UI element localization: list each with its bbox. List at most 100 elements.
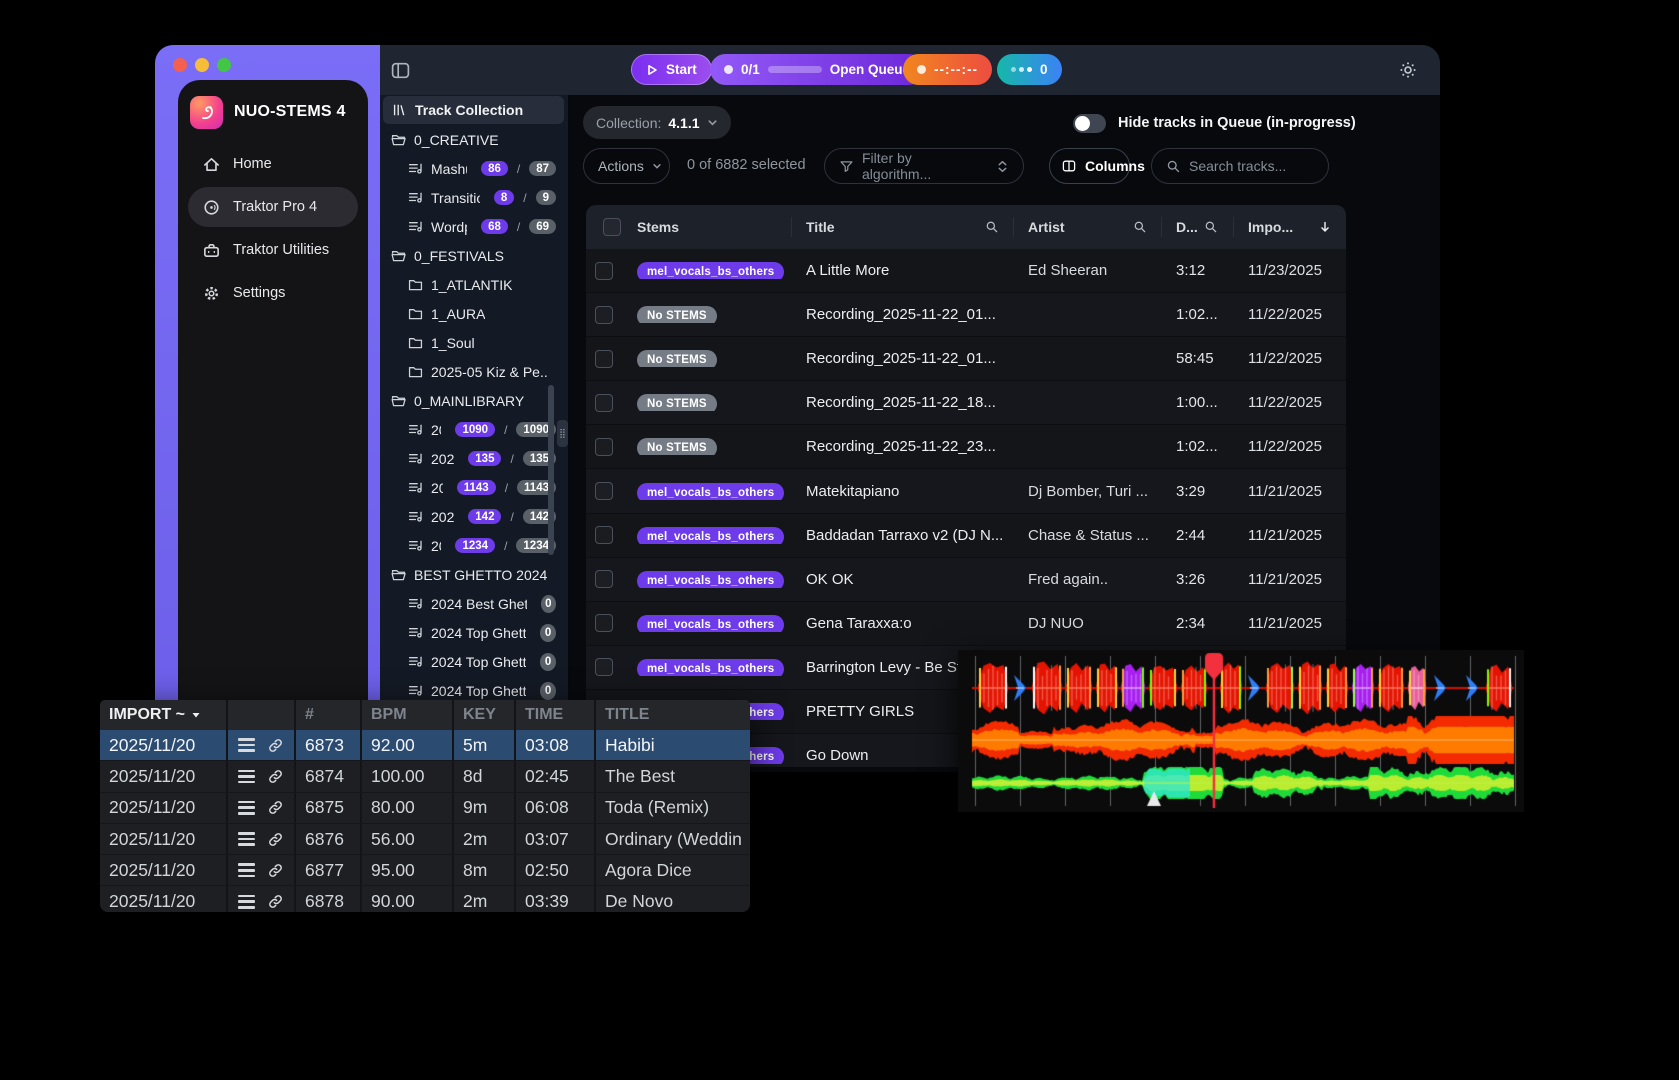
row-checkbox[interactable] bbox=[595, 482, 613, 500]
column-header-artist[interactable]: Artist bbox=[1013, 205, 1161, 249]
tree-row[interactable]: 2024 Best Ghett... 0 bbox=[380, 589, 568, 618]
import-header-title[interactable]: TITLE bbox=[596, 700, 750, 730]
sidebar-nav-item[interactable]: Traktor Pro 4 bbox=[188, 187, 358, 227]
search-column-icon[interactable] bbox=[1204, 220, 1218, 234]
brightness-icon[interactable] bbox=[1396, 58, 1420, 82]
import-row[interactable]: 2025/11/20 6875 80.00 9m 06:08 Toda (Rem… bbox=[100, 793, 750, 824]
track-row[interactable]: mel_vocals_bs_others A Little More Ed Sh… bbox=[586, 249, 1346, 293]
import-sort-header[interactable]: IMPORT ~ bbox=[100, 700, 228, 730]
search-column-icon[interactable] bbox=[1133, 220, 1147, 234]
row-checkbox[interactable] bbox=[595, 658, 613, 676]
tree-scrollbar[interactable] bbox=[548, 385, 554, 555]
row-checkbox[interactable] bbox=[595, 570, 613, 588]
track-duration: 58:45 bbox=[1161, 350, 1233, 367]
track-row[interactable]: No STEMS Recording_2025-11-22_01... 1:02… bbox=[586, 293, 1346, 337]
import-header-time[interactable]: TIME bbox=[516, 700, 596, 730]
tree-row[interactable]: 1_ATLANTIK bbox=[380, 270, 568, 299]
tree-row[interactable]: 2024 Top Ghett... 0 bbox=[380, 647, 568, 676]
row-checkbox[interactable] bbox=[595, 526, 613, 544]
column-header-imported[interactable]: Impo... bbox=[1233, 205, 1346, 249]
row-checkbox[interactable] bbox=[595, 350, 613, 368]
track-collection-item[interactable]: Track Collection bbox=[383, 96, 564, 124]
track-row[interactable]: No STEMS Recording_2025-11-22_23... 1:02… bbox=[586, 425, 1346, 469]
tree-row[interactable]: 2025-04 ... 135 / 135 bbox=[380, 444, 568, 473]
tree-row[interactable]: 2025-06 1143 / 1143 bbox=[380, 473, 568, 502]
tree-row[interactable]: 2025-11... 1234 / 1234 bbox=[380, 531, 568, 560]
column-header-stems[interactable]: Stems bbox=[622, 205, 791, 249]
import-row[interactable]: 2025/11/20 6873 92.00 5m 03:08 Habibi bbox=[100, 730, 750, 761]
panel-toggle-icon[interactable] bbox=[388, 58, 412, 82]
import-header-number[interactable]: # bbox=[296, 700, 362, 730]
tree-row[interactable]: Transitions 8 / 9 bbox=[380, 183, 568, 212]
column-header-duration[interactable]: D... bbox=[1161, 205, 1233, 249]
tree-row[interactable]: 0_MAINLIBRARY bbox=[380, 386, 568, 415]
close-window-button[interactable] bbox=[173, 58, 187, 72]
import-row[interactable]: 2025/11/20 6874 100.00 8d 02:45 The Best bbox=[100, 761, 750, 792]
minimize-window-button[interactable] bbox=[195, 58, 209, 72]
row-checkbox[interactable] bbox=[595, 614, 613, 632]
sidebar-nav-item[interactable]: Home bbox=[188, 144, 358, 184]
hamburger-icon[interactable] bbox=[238, 863, 255, 877]
link-icon[interactable] bbox=[267, 737, 284, 754]
tree-row[interactable]: 0_FESTIVALS bbox=[380, 241, 568, 270]
link-icon[interactable] bbox=[267, 799, 284, 816]
select-all-checkbox[interactable] bbox=[603, 218, 621, 236]
filter-dropdown[interactable]: Filter by algorithm... bbox=[824, 148, 1024, 184]
tree-row[interactable]: Mashup 1 86 / 87 bbox=[380, 154, 568, 183]
track-row[interactable]: mel_vocals_bs_others Matekitapiano Dj Bo… bbox=[586, 469, 1346, 513]
waveform-canvas[interactable] bbox=[958, 650, 1524, 812]
sort-down-icon[interactable] bbox=[1318, 220, 1332, 234]
actions-label: Actions bbox=[598, 158, 644, 174]
import-header-key[interactable]: KEY bbox=[454, 700, 516, 730]
link-icon[interactable] bbox=[267, 768, 284, 785]
import-row[interactable]: 2025/11/20 6878 90.00 2m 03:39 De Novo bbox=[100, 886, 750, 912]
tree-row[interactable]: Wordplays 68 / 69 bbox=[380, 212, 568, 241]
sidebar-nav-item[interactable]: Traktor Utilities bbox=[188, 230, 358, 270]
track-imported-date: 11/21/2025 bbox=[1233, 483, 1346, 500]
link-icon[interactable] bbox=[267, 831, 284, 848]
sidebar-nav-item[interactable]: Settings bbox=[188, 273, 358, 313]
track-row[interactable]: mel_vocals_bs_others Baddadan Tarraxo v2… bbox=[586, 514, 1346, 558]
hamburger-icon[interactable] bbox=[238, 895, 255, 909]
timer-pill[interactable]: --:--:-- bbox=[903, 54, 992, 85]
tree-row[interactable]: 1_AURA bbox=[380, 299, 568, 328]
link-icon[interactable] bbox=[267, 862, 284, 879]
row-checkbox[interactable] bbox=[595, 306, 613, 324]
link-icon[interactable] bbox=[267, 893, 284, 910]
import-header-bpm[interactable]: BPM bbox=[362, 700, 454, 730]
row-checkbox[interactable] bbox=[595, 394, 613, 412]
search-input[interactable]: Search tracks... bbox=[1151, 148, 1329, 184]
column-header-title[interactable]: Title bbox=[791, 205, 1013, 249]
counter-pill[interactable]: 0 bbox=[997, 54, 1062, 85]
tree-row[interactable]: 2025-06 ... 142 / 142 bbox=[380, 502, 568, 531]
panel-resize-handle[interactable]: ⣿ bbox=[557, 420, 568, 447]
track-row[interactable]: No STEMS Recording_2025-11-22_18... 1:00… bbox=[586, 381, 1346, 425]
import-time: 03:08 bbox=[516, 730, 596, 760]
import-header-icons[interactable] bbox=[228, 700, 296, 730]
track-row[interactable]: No STEMS Recording_2025-11-22_01... 58:4… bbox=[586, 337, 1346, 381]
search-column-icon[interactable] bbox=[985, 220, 999, 234]
columns-button[interactable]: Columns bbox=[1049, 148, 1130, 184]
tree-row[interactable]: 2024 Top Ghett... 0 bbox=[380, 618, 568, 647]
hamburger-icon[interactable] bbox=[238, 801, 255, 815]
tree-row[interactable]: 1_Soul bbox=[380, 328, 568, 357]
tree-row[interactable]: 2025-05 Kiz & Pe... bbox=[380, 357, 568, 386]
import-row[interactable]: 2025/11/20 6877 95.00 8m 02:50 Agora Dic… bbox=[100, 855, 750, 886]
tree-row[interactable]: 2025-... 1090 / 1090 bbox=[380, 415, 568, 444]
row-checkbox[interactable] bbox=[595, 262, 613, 280]
open-queue-button[interactable]: 0/1 Open Queue bbox=[710, 54, 924, 85]
collection-version-dropdown[interactable]: Collection: 4.1.1 bbox=[583, 106, 731, 139]
tree-row[interactable]: BEST GHETTO 2024 bbox=[380, 560, 568, 589]
zoom-window-button[interactable] bbox=[217, 58, 231, 72]
tree-row[interactable]: 0_CREATIVE bbox=[380, 125, 568, 154]
track-row[interactable]: mel_vocals_bs_others Gena Taraxxa:o DJ N… bbox=[586, 602, 1346, 646]
start-button[interactable]: Start bbox=[631, 54, 712, 85]
import-row[interactable]: 2025/11/20 6876 56.00 2m 03:07 Ordinary … bbox=[100, 824, 750, 855]
hamburger-icon[interactable] bbox=[238, 770, 255, 784]
actions-dropdown[interactable]: Actions bbox=[583, 148, 670, 184]
hamburger-icon[interactable] bbox=[238, 738, 255, 752]
hamburger-icon[interactable] bbox=[238, 832, 255, 846]
row-checkbox[interactable] bbox=[595, 438, 613, 456]
track-row[interactable]: mel_vocals_bs_others OK OK Fred again.. … bbox=[586, 558, 1346, 602]
hide-queue-toggle[interactable] bbox=[1073, 114, 1106, 133]
